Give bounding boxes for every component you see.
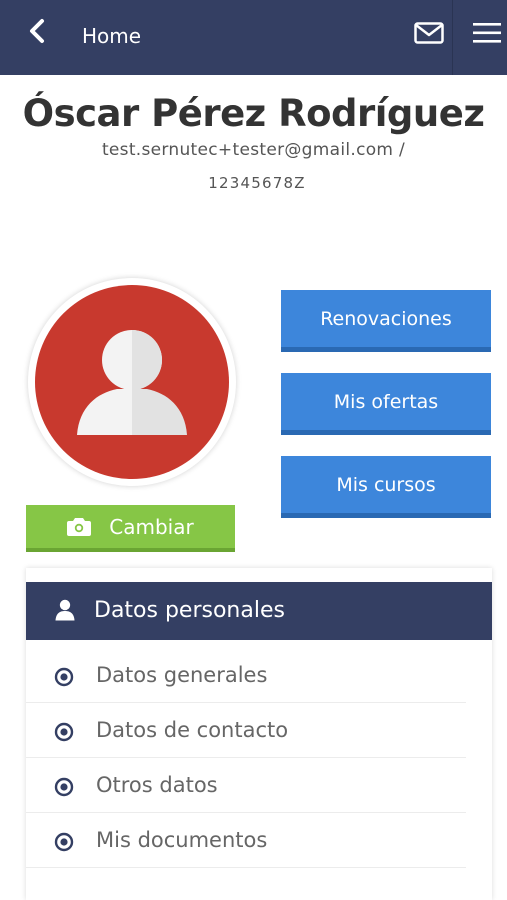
user-email: test.sernutec+tester@gmail.com / [101,140,406,160]
my-offers-button[interactable]: Mis ofertas [281,373,491,435]
my-courses-button[interactable]: Mis cursos [281,456,491,518]
menu-item-label: Otros datos [96,773,218,797]
radio-dot-icon [54,722,74,742]
radio-dot-icon [54,667,74,687]
menu-item-contact-data[interactable]: Datos de contacto [26,703,466,758]
user-silhouette-icon [77,330,187,435]
mail-button[interactable] [410,16,448,50]
radio-dot-icon [54,777,74,797]
user-id-number: 12345678Z [208,174,306,192]
avatar-circle [35,285,229,479]
menu-item-general-data[interactable]: Datos generales [26,648,466,703]
hamburger-menu-icon [473,23,501,43]
avatar [28,278,236,486]
menu-item-label: Mis documentos [96,828,268,852]
menu-item-label: Datos de contacto [96,718,289,742]
camera-icon [67,518,92,536]
back-button[interactable] [22,14,52,48]
personal-data-panel: Datos personales Datos generales Datos d… [26,568,492,900]
user-name: Óscar Pérez Rodríguez [22,92,485,135]
menu-button[interactable] [470,16,504,50]
topbar-divider [452,0,453,75]
menu-item-my-documents[interactable]: Mis documentos [26,813,466,868]
menu-item-label: Datos generales [96,663,268,687]
change-photo-label: Cambiar [109,514,194,539]
chevron-left-icon [30,19,44,43]
user-icon [55,599,75,621]
menu-item-other-data[interactable]: Otros datos [26,758,466,813]
top-bar: Home [0,0,507,75]
personal-data-title: Datos personales [94,598,285,623]
renewals-button[interactable]: Renovaciones [281,290,491,352]
radio-dot-icon [54,832,74,852]
page-title: Home [82,24,142,48]
change-photo-button[interactable]: Cambiar [26,505,235,552]
mail-icon [414,22,444,44]
personal-data-header[interactable]: Datos personales [26,582,492,640]
